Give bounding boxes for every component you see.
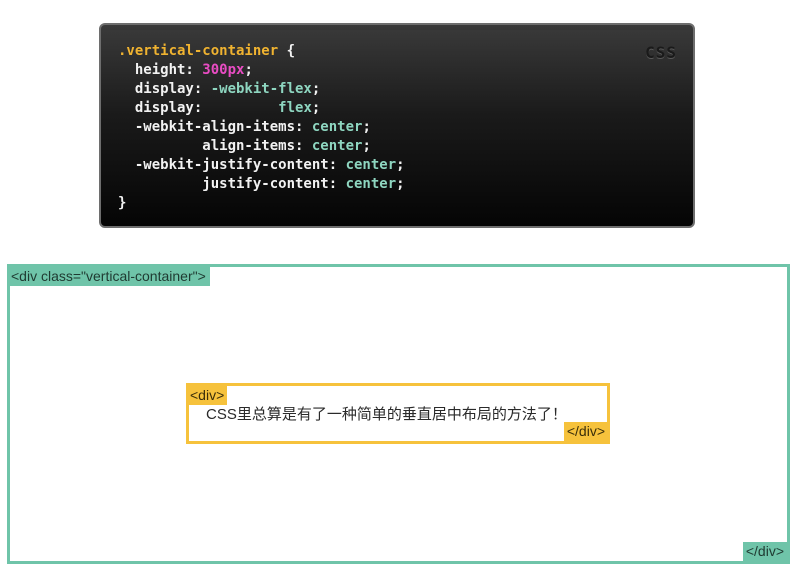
- centered-child-demo: <div> CSS里总算是有了一种简单的垂直居中布局的方法了！ </div>: [186, 383, 610, 444]
- code-token: center: [345, 157, 397, 173]
- code-token: height:: [118, 62, 203, 78]
- language-tag: CSS: [645, 43, 677, 62]
- code-token: ;: [311, 100, 321, 116]
- code-token: flex: [278, 100, 312, 116]
- code-token: ;: [244, 62, 253, 78]
- code-token: .vertical-container: [118, 43, 279, 59]
- code-token: {: [278, 43, 296, 59]
- code-token: ;: [362, 119, 371, 135]
- code-token: -webkit-justify-content:: [118, 157, 346, 173]
- code-token: }: [118, 195, 127, 211]
- outer-close-tag-label: </div>: [742, 542, 787, 561]
- code-line: justify-content: center;: [118, 175, 405, 194]
- code-token: 300px: [202, 62, 245, 78]
- css-code-panel: CSS .vertical-container { height: 300px;…: [99, 23, 695, 228]
- code-token: -webkit-flex: [210, 81, 312, 97]
- code-token: center: [345, 176, 397, 192]
- css-code-block: .vertical-container { height: 300px; dis…: [118, 42, 405, 213]
- code-line: align-items: center;: [118, 137, 405, 156]
- code-token: ;: [396, 157, 405, 173]
- code-token: -webkit-align-items:: [118, 119, 312, 135]
- code-line: height: 300px;: [118, 61, 405, 80]
- code-token: center: [311, 119, 363, 135]
- code-token: justify-content:: [118, 176, 346, 192]
- code-token: display:: [118, 81, 211, 97]
- code-line: }: [118, 194, 405, 213]
- code-line: -webkit-justify-content: center;: [118, 156, 405, 175]
- inner-close-tag-label: </div>: [563, 422, 607, 441]
- code-line: -webkit-align-items: center;: [118, 118, 405, 137]
- code-token: ;: [362, 138, 371, 154]
- code-token: display:: [118, 100, 279, 116]
- code-line: display: flex;: [118, 99, 405, 118]
- outer-open-tag-label: <div class="vertical-container">: [10, 267, 210, 286]
- centered-text: CSS里总算是有了一种简单的垂直居中布局的方法了！: [206, 406, 567, 423]
- code-token: ;: [311, 81, 321, 97]
- code-token: center: [311, 138, 363, 154]
- code-line: display: -webkit-flex;: [118, 80, 405, 99]
- code-token: ;: [396, 176, 405, 192]
- code-token: align-items:: [118, 138, 312, 154]
- inner-open-tag-label: <div>: [189, 386, 228, 405]
- code-line: .vertical-container {: [118, 42, 405, 61]
